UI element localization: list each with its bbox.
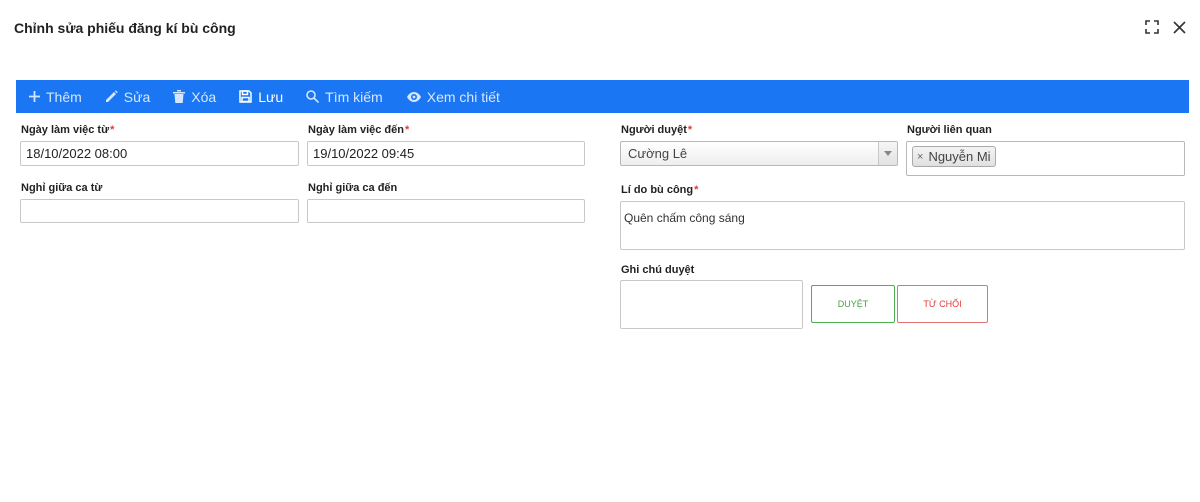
work-to-value: 19/10/2022 09:45: [313, 146, 415, 161]
break-from-label: Nghỉ giữa ca từ: [21, 182, 103, 194]
edit-button[interactable]: Sửa: [105, 80, 151, 113]
add-button-label: Thêm: [46, 88, 82, 105]
search-button-label: Tìm kiếm: [325, 88, 383, 105]
required-mark: *: [110, 124, 115, 136]
break-from-input[interactable]: [20, 199, 299, 223]
required-mark: *: [687, 124, 693, 136]
reject-button[interactable]: TỪ CHỐI: [897, 285, 988, 323]
reason-label: Lí do bù công*: [621, 184, 699, 196]
related-person-name: Nguyễn Mi: [928, 149, 991, 164]
add-button[interactable]: Thêm: [29, 80, 82, 113]
approver-value: Cường Lê: [628, 146, 688, 161]
magnifier-icon: [306, 90, 320, 103]
break-to-input[interactable]: [307, 199, 585, 223]
approver-select[interactable]: Cường Lê: [620, 141, 898, 166]
pencil-icon: [105, 90, 118, 102]
edit-button-label: Sửa: [123, 88, 151, 105]
work-from-value: 18/10/2022 08:00: [26, 146, 128, 161]
view-detail-button-label: Xem chi tiết: [426, 88, 500, 105]
work-to-label: Ngày làm việc đến*: [308, 124, 410, 136]
approve-button[interactable]: DUYỆT: [811, 285, 895, 323]
reason-textarea[interactable]: Quên chấm công sáng: [620, 201, 1185, 250]
eye-icon: [406, 91, 421, 102]
remove-tag-icon[interactable]: ×: [917, 151, 923, 163]
close-icon[interactable]: [1172, 20, 1188, 36]
search-button[interactable]: Tìm kiếm: [306, 80, 383, 113]
work-to-input[interactable]: 19/10/2022 09:45: [307, 141, 585, 166]
maximize-icon[interactable]: [1145, 20, 1161, 36]
page-title: Chỉnh sửa phiếu đăng kí bù công: [14, 20, 236, 36]
plus-icon: [29, 91, 40, 102]
approver-label: Người duyệt*: [621, 124, 693, 136]
floppy-disk-icon: [239, 90, 252, 103]
related-people-label: Người liên quan: [907, 124, 992, 136]
reason-value: Quên chấm công sáng: [624, 211, 745, 225]
delete-button[interactable]: Xóa: [173, 80, 216, 113]
work-from-input[interactable]: 18/10/2022 08:00: [20, 141, 299, 166]
related-people-input[interactable]: × Nguyễn Mi: [906, 141, 1185, 176]
delete-button-label: Xóa: [191, 88, 217, 105]
toolbar: Thêm Sửa Xóa Lưu Tìm kiếm Xem chi tiết: [16, 80, 1189, 113]
save-button[interactable]: Lưu: [239, 80, 283, 113]
work-from-label: Ngày làm việc từ*: [21, 124, 115, 136]
required-mark: *: [694, 184, 699, 196]
required-mark: *: [405, 124, 410, 136]
approval-note-label: Ghi chú duyệt: [621, 264, 695, 276]
dropdown-arrow-icon[interactable]: [878, 142, 897, 165]
trash-icon: [173, 90, 186, 103]
related-person-tag: × Nguyễn Mi: [912, 146, 996, 167]
approval-note-textarea[interactable]: [620, 280, 803, 329]
break-to-label: Nghỉ giữa ca đến: [308, 182, 398, 194]
view-detail-button[interactable]: Xem chi tiết: [406, 80, 500, 113]
save-button-label: Lưu: [258, 88, 284, 105]
